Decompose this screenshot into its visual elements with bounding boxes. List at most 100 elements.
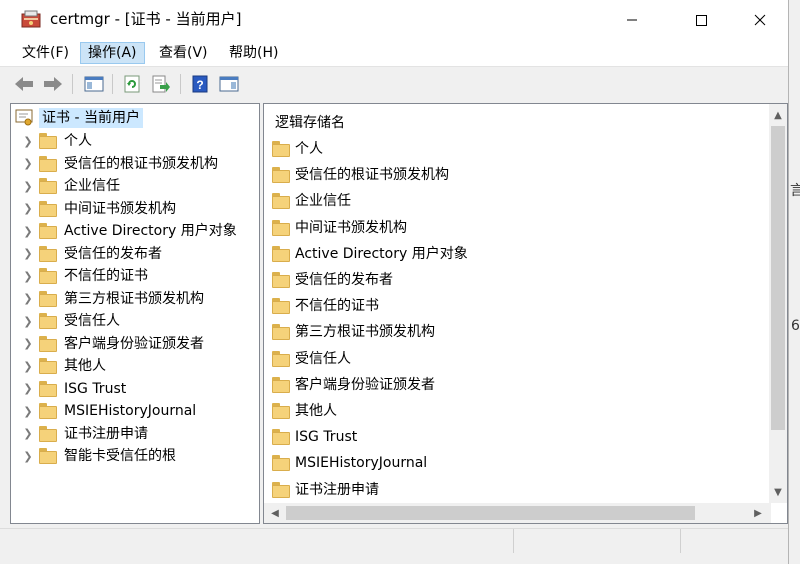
folder-icon: [272, 324, 290, 341]
menu-file[interactable]: 文件(F): [15, 42, 76, 64]
tree-item[interactable]: ❯ 不信任的证书: [11, 265, 148, 287]
maximize-button[interactable]: [678, 0, 724, 40]
expand-chevron-icon[interactable]: ❯: [21, 337, 35, 350]
status-segment: [681, 529, 787, 553]
tree-item[interactable]: ❯ MSIEHistoryJournal: [11, 400, 196, 422]
folder-icon: [272, 141, 290, 157]
tree-item[interactable]: ❯ 其他人: [11, 355, 106, 377]
list-item-label: ISG Trust: [295, 429, 358, 446]
expand-chevron-icon[interactable]: ❯: [21, 157, 35, 170]
back-button[interactable]: [13, 73, 35, 95]
folder-icon: [39, 380, 57, 397]
list-item[interactable]: 企业信任: [272, 189, 351, 213]
list-item-label: 不信任的证书: [295, 298, 379, 315]
folder-icon: [39, 290, 57, 307]
status-bar: [0, 528, 788, 553]
folder-icon: [272, 167, 290, 184]
list-item[interactable]: ISG Trust: [272, 425, 357, 449]
expand-chevron-icon[interactable]: ❯: [21, 292, 35, 305]
menu-help[interactable]: 帮助(H): [222, 42, 285, 64]
toolbar-separator: [112, 74, 113, 94]
title-bar[interactable]: certmgr - [证书 - 当前用户]: [0, 0, 788, 40]
tree-item[interactable]: ❯ 证书注册申请: [11, 423, 148, 445]
certificate-store-icon: [15, 109, 33, 126]
show-hide-console-tree-button[interactable]: [83, 73, 105, 95]
list-item[interactable]: 不信任的证书: [272, 294, 379, 318]
vertical-scroll-thumb[interactable]: [771, 126, 785, 430]
expand-chevron-icon[interactable]: ❯: [21, 315, 35, 328]
scroll-down-arrow[interactable]: ▼: [769, 483, 787, 501]
expand-chevron-icon[interactable]: ❯: [21, 180, 35, 193]
list-item-label: 企业信任: [295, 193, 351, 210]
folder-icon: [39, 448, 57, 464]
tree-item[interactable]: ❯ 个人: [11, 130, 92, 152]
show-action-pane-button[interactable]: [218, 73, 240, 95]
horizontal-scroll-thumb[interactable]: [286, 506, 695, 520]
tree-item[interactable]: ❯ 企业信任: [11, 175, 120, 197]
column-header-logical-store-name[interactable]: 逻辑存储名: [275, 114, 345, 132]
list-item[interactable]: 个人: [272, 137, 323, 161]
expand-chevron-icon[interactable]: ❯: [21, 202, 35, 215]
tree-item[interactable]: ❯ ISG Trust: [11, 378, 126, 400]
list-item[interactable]: 证书注册申请: [272, 478, 379, 502]
expand-chevron-icon[interactable]: ❯: [21, 450, 35, 463]
scroll-right-arrow[interactable]: ▶: [749, 504, 767, 522]
tree-item[interactable]: ❯ 受信任人: [11, 310, 120, 332]
list-item[interactable]: 受信任的根证书颁发机构: [272, 163, 449, 187]
list-item[interactable]: 受信任人: [272, 347, 351, 371]
expand-chevron-icon[interactable]: ❯: [21, 225, 35, 238]
scroll-up-arrow[interactable]: ▲: [769, 106, 787, 124]
list-item[interactable]: 受信任的发布者: [272, 268, 393, 292]
menu-action[interactable]: 操作(A): [80, 42, 145, 64]
list-item[interactable]: 中间证书颁发机构: [272, 216, 407, 240]
tree-item[interactable]: ❯ 智能卡受信任的根: [11, 445, 176, 467]
scroll-left-arrow[interactable]: ◀: [266, 504, 284, 522]
list-item[interactable]: 其他人: [272, 399, 337, 423]
expand-chevron-icon[interactable]: ❯: [21, 135, 35, 148]
tree-root-certificates-current-user[interactable]: 证书 - 当前用户: [15, 107, 143, 129]
list-item-label: 第三方根证书颁发机构: [295, 324, 435, 341]
certmgr-window: certmgr - [证书 - 当前用户] 文件(F) 操作(A) 查看(V) …: [0, 0, 789, 564]
expand-chevron-icon[interactable]: ❯: [21, 382, 35, 395]
tree-item[interactable]: ❯ 客户端身份验证颁发者: [11, 333, 204, 355]
expand-chevron-icon[interactable]: ❯: [21, 427, 35, 440]
tree-item-label: 不信任的证书: [64, 268, 148, 284]
folder-icon: [39, 223, 57, 239]
close-icon: [754, 14, 766, 26]
forward-icon: [44, 77, 62, 91]
list-item-label: 受信任的根证书颁发机构: [295, 167, 449, 184]
forward-button[interactable]: [42, 73, 64, 95]
list-item[interactable]: Active Directory 用户对象: [272, 242, 468, 266]
tree-item[interactable]: ❯ 第三方根证书颁发机构: [11, 288, 204, 310]
tree-item[interactable]: ❯ 中间证书颁发机构: [11, 198, 176, 220]
tree-item[interactable]: ❯ 受信任的发布者: [11, 243, 162, 265]
folder-icon: [272, 272, 290, 288]
export-list-button[interactable]: [150, 73, 172, 95]
minimize-button[interactable]: [609, 0, 655, 40]
tree-item[interactable]: ❯ Active Directory 用户对象: [11, 220, 237, 242]
folder-icon: [39, 335, 57, 352]
expand-chevron-icon[interactable]: ❯: [21, 405, 35, 418]
refresh-button[interactable]: [121, 73, 143, 95]
tree-item-label: Active Directory 用户对象: [64, 223, 237, 239]
tree-item-label: MSIEHistoryJournal: [64, 403, 197, 419]
horizontal-scrollbar[interactable]: ◀ ▶: [264, 503, 771, 523]
expand-chevron-icon[interactable]: ❯: [21, 247, 35, 260]
expand-chevron-icon[interactable]: ❯: [21, 270, 35, 283]
tree-item-label: 客户端身份验证颁发者: [64, 335, 204, 352]
list-item[interactable]: 客户端身份验证颁发者: [272, 373, 435, 397]
list-item[interactable]: 第三方根证书颁发机构: [272, 320, 435, 344]
menu-view[interactable]: 查看(V): [152, 42, 215, 64]
list-item-label: 个人: [295, 141, 323, 157]
expand-chevron-icon[interactable]: ❯: [21, 360, 35, 373]
tree-item-label: 受信任的根证书颁发机构: [64, 155, 218, 172]
close-button[interactable]: [737, 0, 783, 40]
background-window-fragment: 言: [790, 183, 800, 199]
tree-item-label: 受信任人: [64, 313, 120, 329]
export-list-icon: [152, 75, 170, 93]
vertical-scrollbar[interactable]: ▲ ▼: [769, 104, 787, 503]
folder-icon: [272, 376, 290, 393]
list-item[interactable]: MSIEHistoryJournal: [272, 451, 427, 475]
tree-item[interactable]: ❯ 受信任的根证书颁发机构: [11, 153, 218, 175]
help-button[interactable]: ?: [189, 73, 211, 95]
